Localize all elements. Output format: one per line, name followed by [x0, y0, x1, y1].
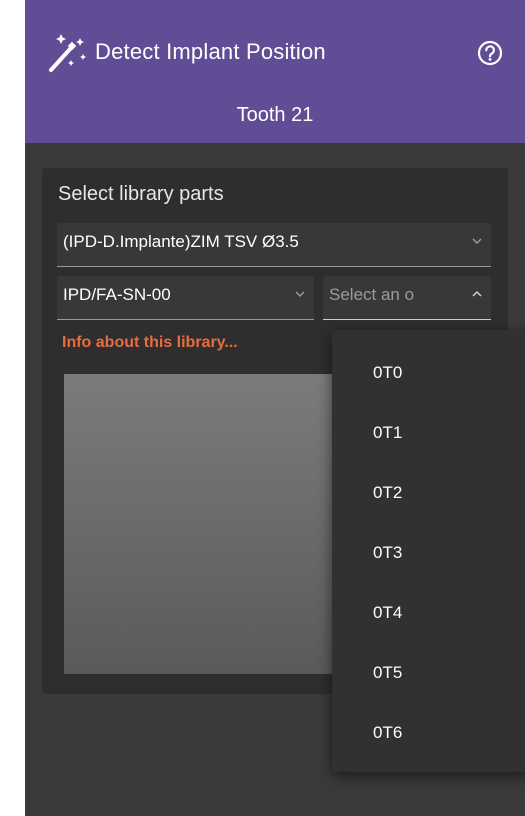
- dropdown-option[interactable]: 0T6: [332, 690, 525, 748]
- dropdown-option[interactable]: 0T3: [332, 510, 525, 568]
- dropdown-option[interactable]: 0T5: [332, 630, 525, 688]
- chevron-down-icon: [295, 291, 305, 298]
- section-label: Select library parts: [58, 183, 224, 205]
- dropdown-option-label: 0T3: [373, 543, 403, 562]
- option-dropdown-menu: 0T0 0T1 0T2 0T3 0T4 0T5 0T6: [332, 330, 525, 772]
- implant-library-select[interactable]: (IPD-D.Implante)ZIM TSV Ø3.5: [57, 223, 491, 267]
- detect-implant-panel: Detect Implant Position Tooth 21 Select …: [25, 0, 525, 816]
- dropdown-option[interactable]: 0T2: [332, 450, 525, 508]
- panel-header: Detect Implant Position Tooth 21: [25, 0, 525, 143]
- dropdown-option[interactable]: 0T0: [332, 330, 525, 388]
- panel-title: Detect Implant Position: [95, 39, 326, 64]
- dropdown-option-label: 0T2: [373, 483, 403, 502]
- implant-library-value: (IPD-D.Implante)ZIM TSV Ø3.5: [63, 232, 299, 251]
- help-circle-icon[interactable]: [475, 38, 505, 68]
- magic-wand-icon: [49, 34, 86, 72]
- chevron-up-icon: [472, 290, 482, 297]
- option-select[interactable]: Select an o: [323, 276, 491, 320]
- dropdown-option[interactable]: 0T4: [332, 570, 525, 628]
- part-select-value: IPD/FA-SN-00: [63, 285, 171, 304]
- option-select-placeholder: Select an o: [329, 285, 415, 304]
- dropdown-option-label: 0T4: [373, 603, 403, 622]
- chevron-down-icon: [472, 238, 482, 245]
- dropdown-option-label: 0T1: [373, 423, 403, 442]
- dropdown-option[interactable]: 0T1: [332, 390, 525, 448]
- tooth-label: Tooth 21: [236, 104, 314, 126]
- header-title-row: Detect Implant Position: [45, 30, 505, 76]
- dropdown-option-label: 0T0: [373, 363, 403, 382]
- dropdown-option-label: 0T5: [373, 663, 403, 682]
- library-info-link[interactable]: Info about this library...: [62, 334, 238, 352]
- part-select[interactable]: IPD/FA-SN-00: [57, 276, 314, 320]
- dropdown-option-label: 0T6: [373, 723, 403, 742]
